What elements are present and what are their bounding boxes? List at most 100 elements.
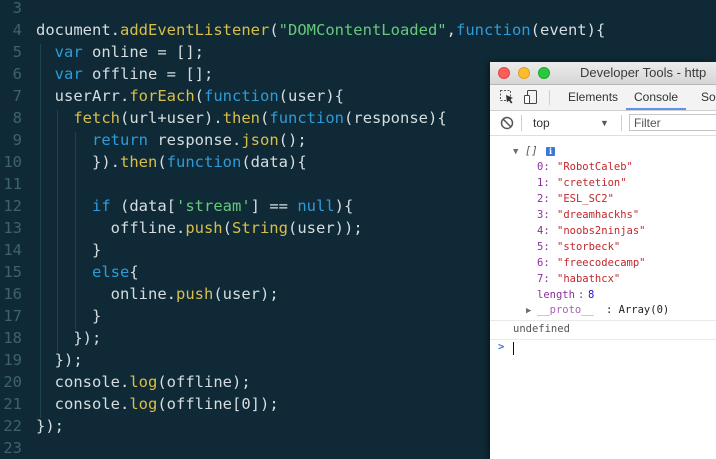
code-token: }); <box>36 417 64 435</box>
code-token: function <box>269 109 345 127</box>
code-token: document. <box>36 21 120 39</box>
code-token: function <box>455 21 531 39</box>
code-token: (); <box>278 131 307 149</box>
console-toolbar: top ▼ Filter <box>490 111 716 136</box>
device-toolbar-icon[interactable] <box>523 89 539 110</box>
inspect-element-icon[interactable] <box>499 89 515 110</box>
window-titlebar[interactable]: Developer Tools - http <box>490 62 716 85</box>
code-token: user <box>222 285 260 303</box>
array-item-value: "cretetion" <box>557 177 627 189</box>
length-value: 8 <box>588 289 595 301</box>
line-number: 13 <box>3 219 22 237</box>
line-number: 10 <box>3 153 22 171</box>
window-close-button[interactable] <box>498 67 510 79</box>
code-token: push <box>175 285 214 303</box>
line-number: 5 <box>12 43 22 61</box>
line-number: 14 <box>3 241 22 259</box>
code-token: ( <box>120 109 130 127</box>
line-number: 16 <box>3 285 22 303</box>
line-number: 15 <box>3 263 22 281</box>
tab-console[interactable]: Console <box>626 85 687 110</box>
code-token: forEach <box>129 87 195 105</box>
code-token: ( <box>241 153 251 171</box>
code-token: ( <box>157 395 167 413</box>
code-token: offline. <box>36 219 186 237</box>
code-token: console. <box>36 395 130 413</box>
length-colon: : <box>578 289 585 301</box>
context-selector[interactable]: top <box>533 116 550 130</box>
tab-elements[interactable]: Elements <box>568 85 618 110</box>
code-line[interactable]: 5 var online = []; <box>0 41 716 63</box>
filter-placeholder: Filter <box>634 116 661 130</box>
code-token: String <box>231 219 288 237</box>
code-token: "DOMContentLoaded" <box>278 21 447 39</box>
code-token: then <box>222 109 261 127</box>
devtools-window: Developer Tools - http Elements Console … <box>490 62 716 459</box>
dropdown-arrow-icon[interactable]: ▼ <box>600 118 609 128</box>
code-text: offline.push(String(user)); <box>36 217 363 239</box>
array-header: [] <box>525 145 538 157</box>
code-token: offline <box>166 373 232 391</box>
code-text: }); <box>36 415 64 437</box>
result-value: undefined <box>513 323 570 335</box>
line-number: 4 <box>12 21 22 39</box>
code-text: fetch(url+user).then(function(response){ <box>36 107 446 129</box>
info-icon[interactable]: i <box>546 147 555 156</box>
code-token: } <box>36 241 102 259</box>
code-token: log <box>129 373 158 391</box>
text-caret <box>513 342 514 355</box>
tab-divider <box>549 90 550 105</box>
line-number: 7 <box>12 87 22 105</box>
line-number: 20 <box>3 373 22 391</box>
proto-label: __proto__ <box>537 304 594 316</box>
clear-console-icon[interactable] <box>500 116 514 135</box>
window-minimize-button[interactable] <box>518 67 530 79</box>
code-token: ); <box>259 285 279 303</box>
code-text: if (data['stream'] == null){ <box>36 195 353 217</box>
code-token: fetch <box>73 109 120 127</box>
code-token: ( <box>157 153 167 171</box>
code-token: function <box>204 87 279 105</box>
code-text: }); <box>36 327 101 349</box>
code-token: ( <box>278 87 288 105</box>
code-line[interactable]: 4 document.addEventListener("DOMContentLo… <box>0 19 716 41</box>
code-token: ); <box>260 395 279 413</box>
code-token: event <box>539 21 587 39</box>
tab-sources[interactable]: So <box>701 85 716 110</box>
code-token: . <box>213 109 223 127</box>
code-line[interactable]: 3 <box>0 0 716 19</box>
code-text: else{ <box>36 261 139 283</box>
array-item-value: "habathcx" <box>557 273 621 285</box>
line-number: 12 <box>3 197 22 215</box>
window-maximize-button[interactable] <box>538 67 550 79</box>
code-text: } <box>36 305 101 327</box>
toolbar-divider <box>521 115 522 131</box>
code-text: var offline = []; <box>36 63 214 85</box>
code-text: console.log(offline); <box>36 371 251 393</box>
line-number: 9 <box>12 131 22 149</box>
array-item-index: 5: <box>537 241 550 253</box>
code-token: null <box>297 197 335 215</box>
code-token: ){ <box>586 21 606 39</box>
console-prompt[interactable]: > <box>490 338 716 358</box>
line-number: 6 <box>12 65 22 83</box>
line-number: 19 <box>3 351 22 369</box>
code-token: }); <box>36 351 83 369</box>
code-token: ){ <box>334 197 354 215</box>
prompt-chevron-icon: > <box>498 341 505 353</box>
code-token: ( <box>194 87 204 105</box>
code-token: offline[0] <box>166 395 260 413</box>
code-token: 'stream' <box>176 197 251 215</box>
code-token: ){ <box>325 87 344 105</box>
code-token: json <box>241 131 279 149</box>
code-token: url+user <box>129 109 204 127</box>
code-token: { <box>129 263 139 281</box>
code-token: var <box>54 65 83 83</box>
expand-triangle-icon[interactable]: ▼ <box>513 145 518 160</box>
collapse-triangle-icon[interactable]: ▶ <box>526 304 531 319</box>
code-token: ( <box>260 109 270 127</box>
